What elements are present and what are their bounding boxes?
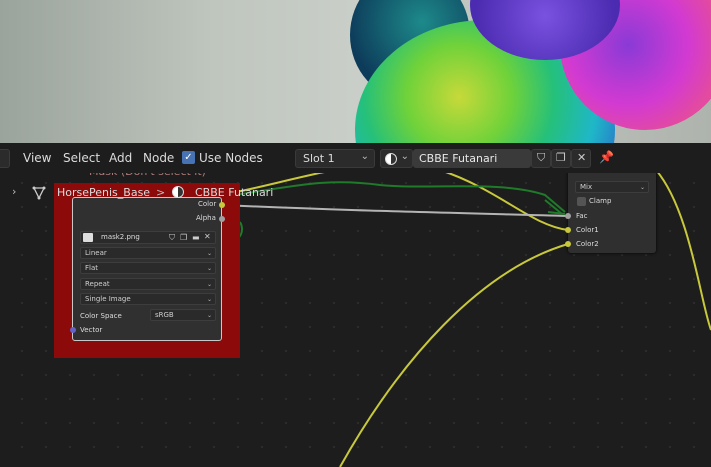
chevron-down-icon: ⌄ <box>206 250 212 257</box>
fake-user-button[interactable]: ⛉ <box>531 149 551 168</box>
input-fac-label: Fac <box>576 212 588 220</box>
duplicate-material-button[interactable]: ❐ <box>551 149 571 168</box>
output-alpha-label: Alpha <box>196 214 216 222</box>
input-vector-socket[interactable] <box>70 327 76 333</box>
folder-icon[interactable]: ▬ <box>192 233 200 242</box>
object-mesh-icon <box>32 186 46 200</box>
fake-user-icon[interactable]: ⛉ <box>169 233 175 243</box>
interpolation-value: Linear <box>85 249 107 257</box>
link-alpha-to-mix <box>221 162 569 231</box>
clamp-label: Clamp <box>589 197 612 205</box>
link-color-to-fac <box>221 204 569 217</box>
chevron-down-icon: ⌄ <box>206 296 212 303</box>
breadcrumb-separator-start: › <box>12 185 17 198</box>
input-vector-label: Vector <box>80 326 103 334</box>
use-nodes-label: Use Nodes <box>199 151 263 165</box>
projection-dropdown[interactable]: Flat ⌄ <box>80 262 216 274</box>
interpolation-dropdown[interactable]: Linear ⌄ <box>80 247 216 259</box>
output-color-socket[interactable] <box>219 202 225 208</box>
editor-type-dropdown[interactable] <box>0 149 10 168</box>
chevron-down-icon: ⌄ <box>400 151 409 162</box>
slot-dropdown[interactable]: Slot 1 ⌄ <box>295 149 375 168</box>
close-icon: ✕ <box>577 151 587 164</box>
use-nodes-checkbox[interactable]: ✓ <box>182 151 195 164</box>
slot-value: Slot 1 <box>303 152 335 165</box>
material-name-value: CBBE Futanari <box>419 152 498 165</box>
input-color2-socket[interactable] <box>565 241 571 247</box>
pin-icon[interactable]: 📌 <box>599 150 614 164</box>
unlink-material-button[interactable]: ✕ <box>571 149 591 168</box>
extension-value: Repeat <box>85 280 110 288</box>
material-browse-button[interactable]: ⌄ <box>380 149 413 168</box>
color-space-label: Color Space <box>80 312 122 320</box>
close-icon[interactable]: ✕ <box>204 232 211 241</box>
chevron-down-icon: ⌄ <box>206 312 212 319</box>
menu-select[interactable]: Select <box>63 151 100 165</box>
color-space-dropdown[interactable]: sRGB ⌄ <box>150 309 216 321</box>
breadcrumb-material: CBBE Futanari <box>195 186 274 199</box>
color-space-value: sRGB <box>155 311 174 319</box>
input-fac-socket[interactable] <box>565 213 571 219</box>
chevron-down-icon: ⌄ <box>639 184 645 191</box>
menu-node[interactable]: Node <box>143 151 174 165</box>
image-selector[interactable]: mask2.png ⛉ ❐ ▬ ✕ <box>80 231 216 244</box>
extension-dropdown[interactable]: Repeat ⌄ <box>80 278 216 290</box>
material-name-field[interactable]: CBBE Futanari <box>413 149 531 168</box>
blend-type-value: Mix <box>580 183 593 191</box>
source-value: Single Image <box>85 295 131 303</box>
input-color1-label: Color1 <box>576 226 599 234</box>
link-color2-in <box>339 243 569 467</box>
chevron-down-icon: ⌄ <box>206 281 212 288</box>
breadcrumb-separator: > <box>156 186 166 199</box>
chevron-down-icon: ⌄ <box>360 151 369 162</box>
duplicate-icon: ❐ <box>556 151 566 164</box>
chevron-down-icon: ⌄ <box>206 265 212 272</box>
menu-view[interactable]: View <box>23 151 51 165</box>
input-color2-label: Color2 <box>576 240 599 248</box>
menu-add[interactable]: Add <box>109 151 132 165</box>
source-dropdown[interactable]: Single Image ⌄ <box>80 293 216 305</box>
shield-icon: ⛉ <box>537 151 546 164</box>
breadcrumb-object: HorsePenis_Base <box>57 186 151 199</box>
image-name: mask2.png <box>101 233 140 241</box>
duplicate-icon[interactable]: ❐ <box>180 233 187 242</box>
clamp-checkbox[interactable] <box>577 197 586 206</box>
output-color-label: Color <box>198 200 217 208</box>
link-right-out <box>655 169 711 331</box>
output-alpha-socket[interactable] <box>219 216 225 222</box>
blend-type-dropdown[interactable]: Mix ⌄ <box>575 181 649 193</box>
image-icon <box>83 233 93 242</box>
input-color1-socket[interactable] <box>565 227 571 233</box>
material-sphere-icon <box>172 186 184 198</box>
material-sphere-icon <box>385 153 397 165</box>
projection-value: Flat <box>85 264 99 272</box>
